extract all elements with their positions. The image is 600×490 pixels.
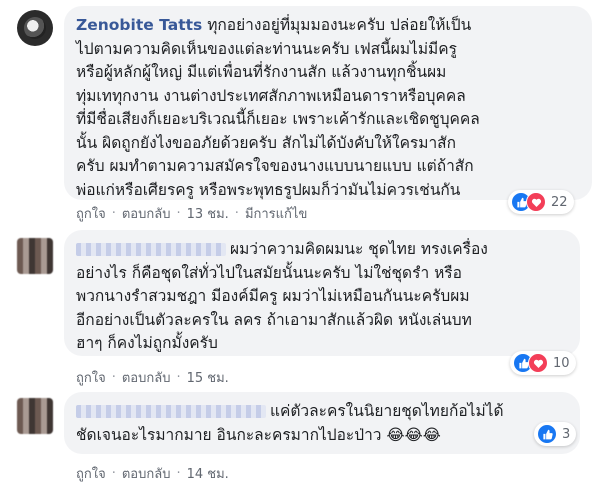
comment-bubble: Zenobite Tatts ทุกอย่างอยู่ที่มุมมองนะคร…	[64, 6, 592, 200]
avatar[interactable]	[17, 10, 53, 46]
comment-actions: ถูกใจ · ตอบกลับ · 14 ชม.	[76, 463, 229, 484]
comment-bubble: ผมว่าความคิดผมนะ ชุดไทย ทรงเครื่อง อย่าง…	[64, 230, 580, 356]
comment-text: ผมว่าความคิดผมนะ ชุดไทย ทรงเครื่อง อย่าง…	[76, 240, 488, 352]
comment-text: ทุกอย่างอยู่ที่มุมมองนะครับ ปล่อยให้เป็น…	[76, 16, 480, 199]
reactions-summary[interactable]: 10	[510, 351, 576, 375]
comment-author[interactable]: Zenobite Tatts	[76, 16, 202, 34]
comment-actions: ถูกใจ · ตอบกลับ · 15 ชม.	[76, 367, 229, 388]
separator: ·	[176, 370, 181, 385]
reply-link[interactable]: ตอบกลับ	[122, 367, 171, 388]
timestamp[interactable]: 14 ชม.	[187, 463, 229, 484]
separator: ·	[111, 466, 116, 481]
comment-body: Zenobite Tatts ทุกอย่างอยู่ที่มุมมองนะคร…	[76, 14, 580, 202]
reply-link[interactable]: ตอบกลับ	[122, 463, 171, 484]
reaction-count: 22	[551, 194, 568, 210]
separator: ·	[176, 466, 181, 481]
comment-bubble: แค่ตัวละครในนิยายชุดไทยก้อไม่ได้ ชัดเจนอ…	[64, 392, 580, 454]
separator: ·	[176, 206, 181, 221]
comment-actions: ถูกใจ · ตอบกลับ · 13 ชม. · มีการแก้ไข	[76, 203, 307, 224]
comment-author[interactable]	[76, 243, 226, 256]
avatar[interactable]	[17, 238, 53, 274]
avatar[interactable]	[17, 398, 53, 434]
timestamp[interactable]: 13 ชม.	[187, 203, 229, 224]
thumbs-up-icon	[537, 424, 557, 444]
comment-author[interactable]	[76, 405, 266, 418]
comment-body: ผมว่าความคิดผมนะ ชุดไทย ทรงเครื่อง อย่าง…	[76, 238, 568, 356]
timestamp[interactable]: 15 ชม.	[187, 367, 229, 388]
avatar-image	[24, 17, 46, 39]
reply-link[interactable]: ตอบกลับ	[122, 203, 171, 224]
reactions-summary[interactable]: 22	[508, 190, 574, 214]
like-link[interactable]: ถูกใจ	[76, 367, 106, 388]
heart-icon	[528, 353, 548, 373]
reactions-summary[interactable]: 3	[534, 422, 577, 446]
comment-body: แค่ตัวละครในนิยายชุดไทยก้อไม่ได้ ชัดเจนอ…	[76, 400, 568, 447]
edited-label[interactable]: มีการแก้ไข	[245, 203, 307, 224]
heart-icon	[526, 192, 546, 212]
separator: ·	[111, 370, 116, 385]
reaction-count: 10	[553, 355, 570, 371]
like-link[interactable]: ถูกใจ	[76, 463, 106, 484]
separator: ·	[234, 206, 239, 221]
like-link[interactable]: ถูกใจ	[76, 203, 106, 224]
separator: ·	[111, 206, 116, 221]
reaction-count: 3	[562, 426, 571, 442]
